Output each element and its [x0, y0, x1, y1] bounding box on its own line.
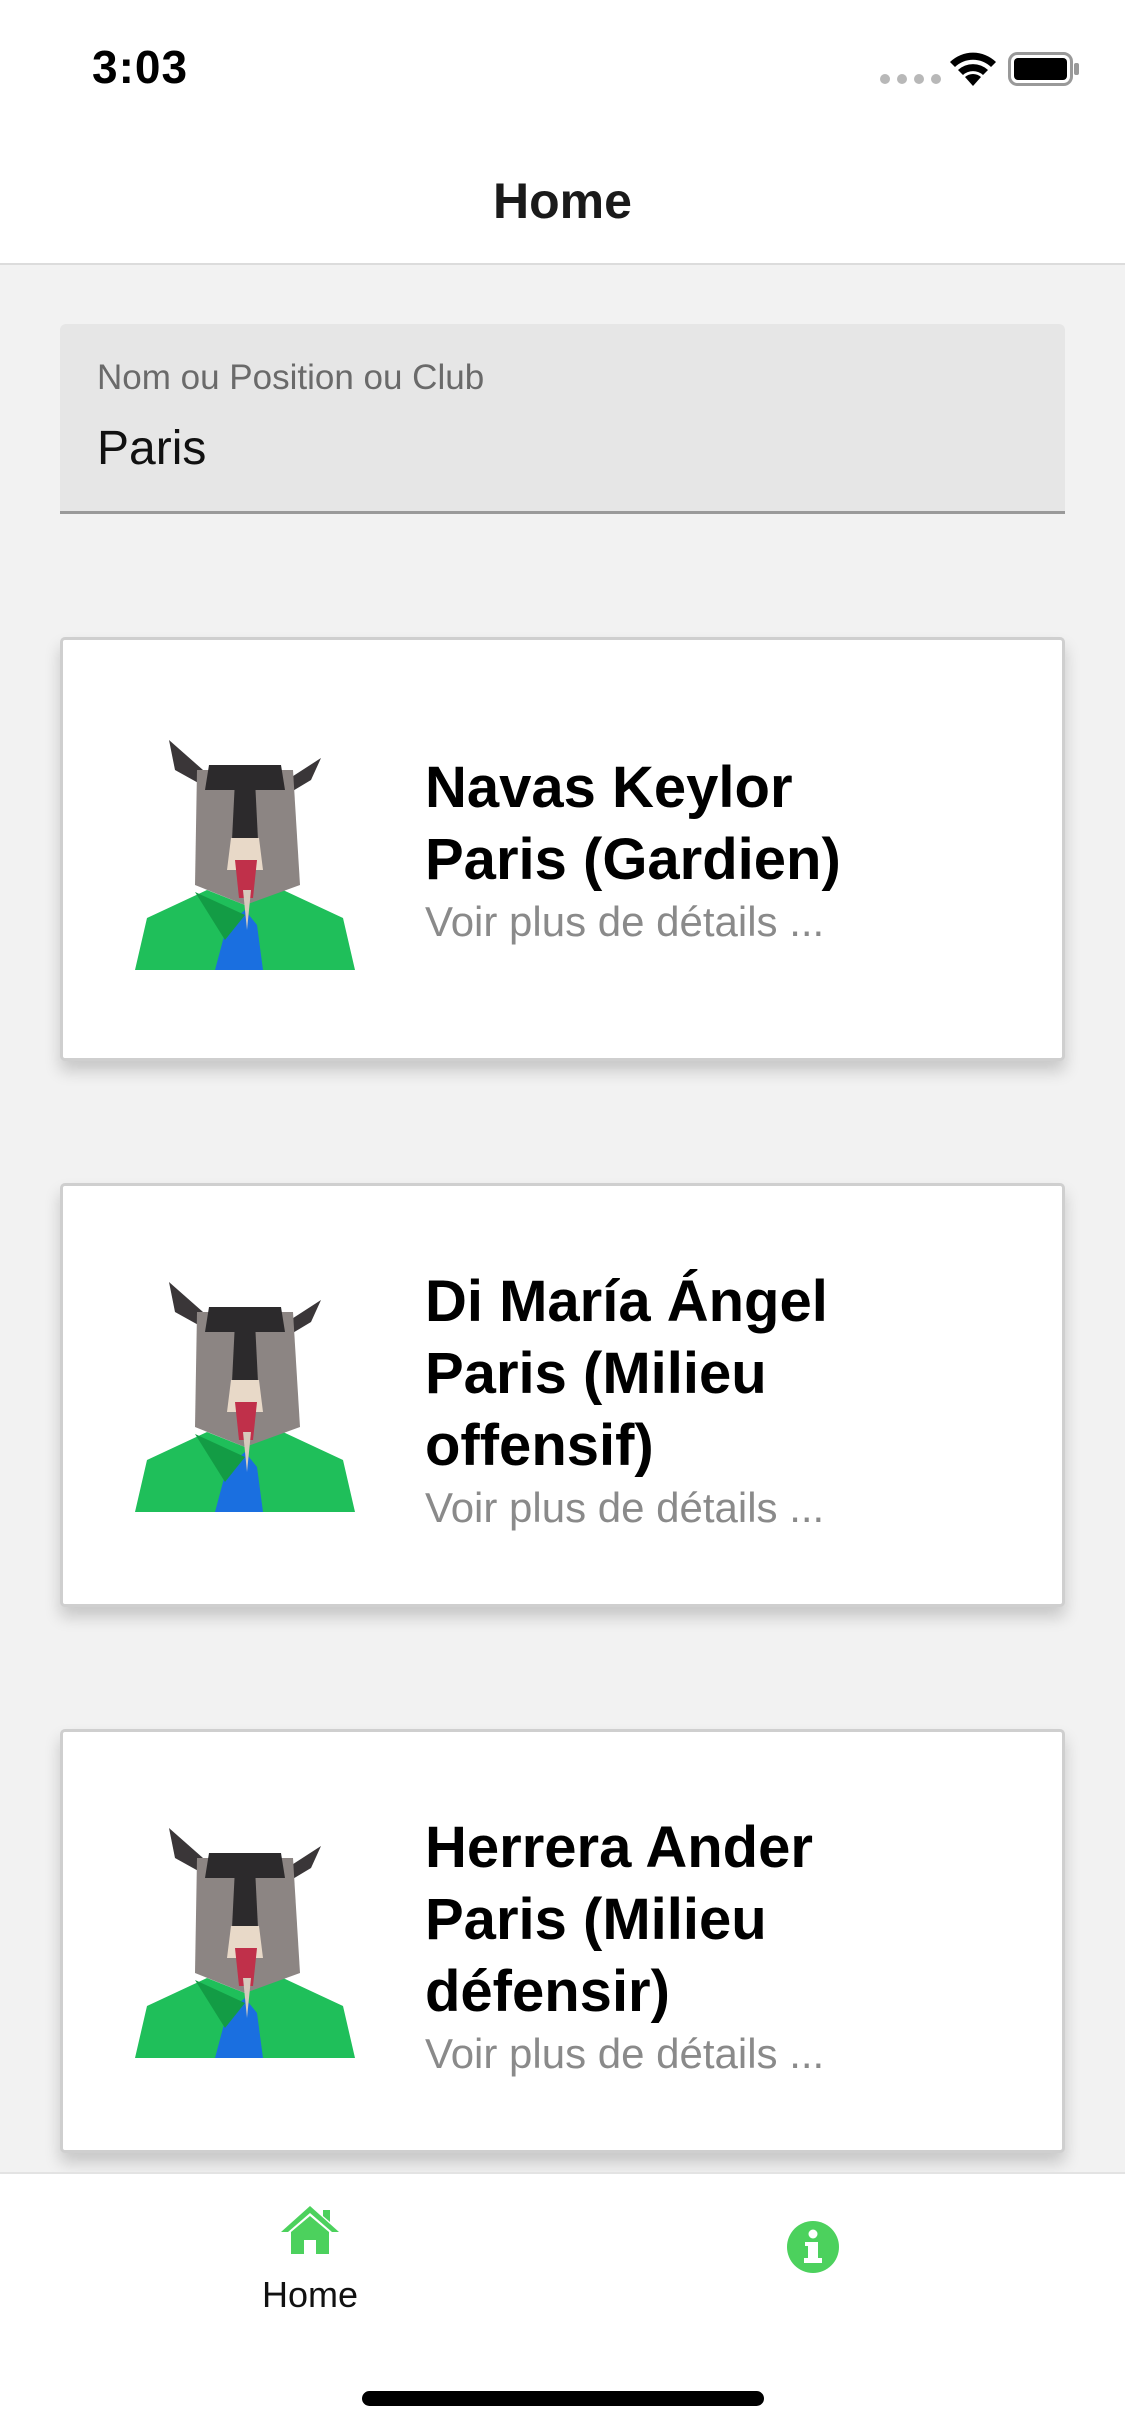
goat-avatar-icon: [135, 1282, 355, 1512]
screen: 3:03 Home Nom ou Position ou Club Paris: [0, 0, 1125, 2436]
details-link[interactable]: Voir plus de détails ...: [425, 896, 1025, 948]
search-field[interactable]: Nom ou Position ou Club Paris: [60, 324, 1065, 514]
player-club-position: Paris (Milieu: [425, 1887, 767, 1952]
player-card-text: Di María Ángel Paris (Milieu offensif) V…: [425, 1266, 1025, 1534]
tab-home-label: Home: [261, 2274, 359, 2315]
player-club-position: Paris (Gardien): [425, 827, 841, 892]
player-card[interactable]: Herrera Ander Paris (Milieu défensir) Vo…: [60, 1729, 1065, 2153]
player-card-text: Navas Keylor Paris (Gardien) Voir plus d…: [425, 752, 1025, 948]
player-card[interactable]: Navas Keylor Paris (Gardien) Voir plus d…: [60, 637, 1065, 1061]
player-name: Di María Ángel: [425, 1269, 828, 1334]
goat-avatar-icon: [135, 740, 355, 970]
page-title: Home: [493, 173, 632, 229]
wifi-icon: [950, 52, 996, 86]
player-name: Navas Keylor: [425, 755, 793, 820]
info-icon: [787, 2221, 839, 2273]
status-bar: 3:03: [0, 0, 1125, 132]
details-link[interactable]: Voir plus de détails ...: [425, 2028, 1025, 2080]
navigation-bar: Home: [0, 132, 1125, 265]
player-position-continued: offensif): [425, 1413, 654, 1478]
battery-icon: [1008, 52, 1079, 86]
goat-avatar-icon: [135, 1828, 355, 2058]
tab-info[interactable]: [662, 2174, 962, 2334]
details-link[interactable]: Voir plus de détails ...: [425, 1482, 1025, 1534]
player-name: Herrera Ander: [425, 1815, 813, 1880]
home-icon: [281, 2206, 339, 2254]
player-club-position: Paris (Milieu: [425, 1341, 767, 1406]
search-input[interactable]: Paris: [97, 421, 206, 476]
player-card[interactable]: Di María Ángel Paris (Milieu offensif) V…: [60, 1183, 1065, 1607]
tab-home[interactable]: Home: [160, 2174, 460, 2334]
search-field-label: Nom ou Position ou Club: [97, 358, 485, 397]
cellular-signal-icon: [880, 74, 941, 84]
player-card-text: Herrera Ander Paris (Milieu défensir) Vo…: [425, 1812, 1025, 2080]
player-position-continued: défensir): [425, 1959, 670, 2024]
home-indicator: [362, 2391, 764, 2406]
status-time: 3:03: [92, 41, 189, 93]
